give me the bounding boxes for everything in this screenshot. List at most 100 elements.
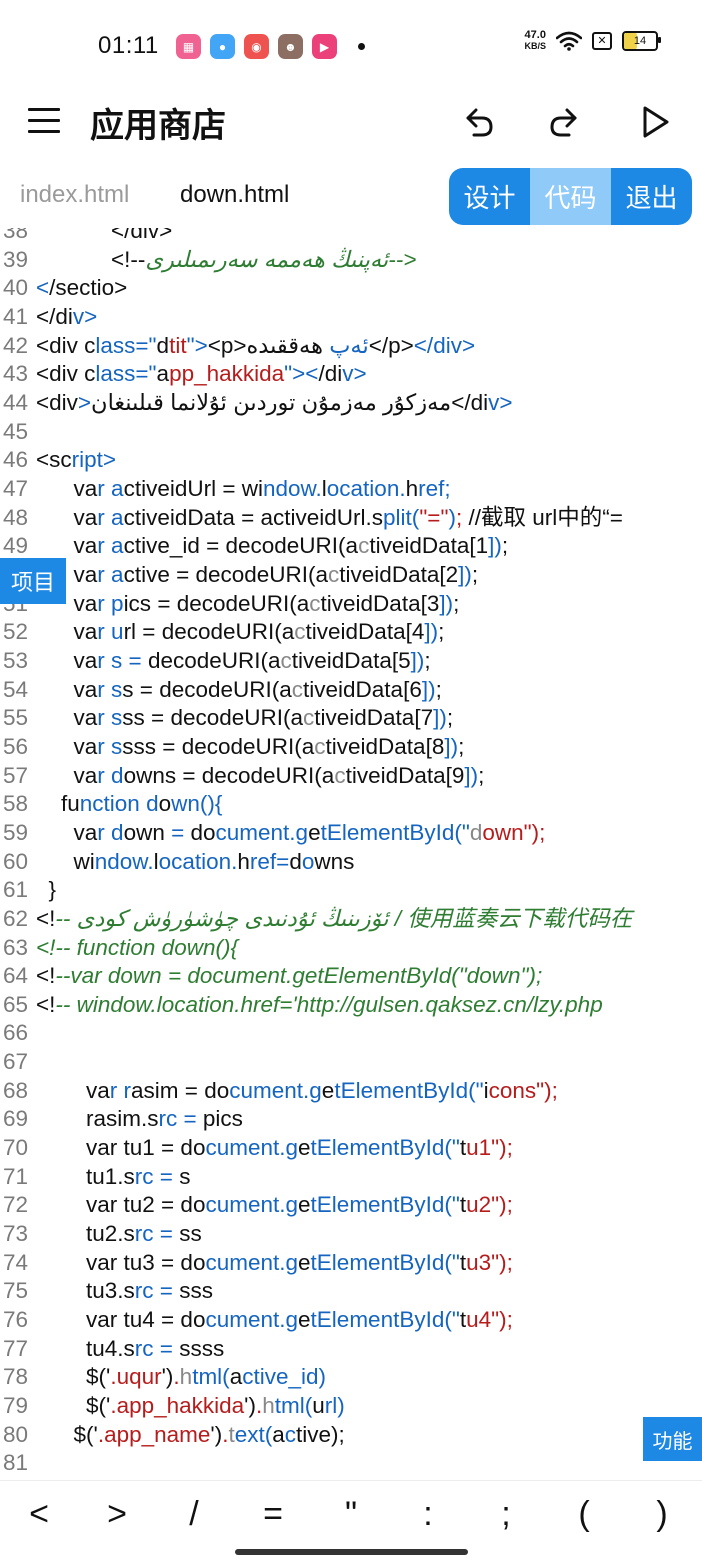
code-line[interactable]: 75 tu3.src = sss (0, 1276, 702, 1305)
line-number: 74 (2, 1249, 28, 1275)
code-line[interactable]: 68 var rasim = document.getElementById("… (0, 1076, 702, 1105)
app-grid-icon: ▦ (176, 34, 201, 59)
line-number: 66 (2, 1020, 28, 1046)
line-text: tu4.src = ssss (36, 1335, 225, 1361)
code-line[interactable]: 53 var s = decodeURI(activeidData[5]); (0, 646, 702, 675)
symbol-key[interactable]: ) (637, 1495, 687, 1534)
line-number: 52 (2, 619, 28, 645)
line-text: var activeidData = activeidUrl.split("="… (36, 504, 623, 530)
line-number: 72 (2, 1192, 28, 1218)
code-line[interactable]: 61 } (0, 875, 702, 904)
code-line[interactable]: 58 function down(){ (0, 789, 702, 818)
more-dot-icon (358, 43, 365, 50)
code-line[interactable]: 72 var tu2 = document.getElementById("tu… (0, 1190, 702, 1219)
symbol-key[interactable]: > (92, 1495, 142, 1534)
line-text: <!--var down = document.getElementById("… (36, 963, 543, 989)
line-text: var tu4 = document.getElementById("tu4")… (36, 1307, 513, 1333)
code-line[interactable]: 65 <!-- window.location.href='http://guls… (0, 990, 702, 1019)
line-text: rasim.src = pics (36, 1106, 243, 1132)
line-text: <div class="app_hakkida"></div> (36, 361, 367, 387)
code-line[interactable]: 67 (0, 1047, 702, 1076)
line-number: 57 (2, 762, 28, 788)
symbol-key[interactable]: = (248, 1495, 298, 1534)
code-line[interactable]: 64 <!--var down = document.getElementById… (0, 961, 702, 990)
line-number: 53 (2, 647, 28, 673)
line-number: 47 (2, 475, 28, 501)
code-editor[interactable]: 38 </div> 39 <!--ئەپنىڭ ھەممە سەرىمىلىرى-… (0, 228, 702, 1480)
symbol-key[interactable]: < (14, 1495, 64, 1534)
code-line[interactable]: 66 (0, 1018, 702, 1047)
code-line[interactable]: 50 var active = decodeURI(activeidData[2… (0, 560, 702, 589)
code-line[interactable]: 69 rasim.src = pics (0, 1104, 702, 1133)
code-line[interactable]: 41 </div> (0, 302, 702, 331)
chat-bubble-icon: ● (210, 34, 235, 59)
code-line[interactable]: 76 var tu4 = document.getElementById("tu… (0, 1305, 702, 1334)
line-number: 59 (2, 819, 28, 845)
run-play-icon[interactable] (636, 102, 676, 142)
code-line[interactable]: 59 var down = document.getElementById("d… (0, 818, 702, 847)
code-line[interactable]: 40 </sectio> (0, 273, 702, 302)
line-number: 55 (2, 705, 28, 731)
code-line[interactable]: 42 <div class="dtit"><p> ئەپ ھەققىدە</p></… (0, 331, 702, 360)
symbol-key[interactable]: " (326, 1495, 376, 1534)
line-text: <!--ئەپنىڭ ھەممە سەرىمىلىرى--> (36, 246, 417, 272)
line-number: 44 (2, 389, 28, 415)
code-line[interactable]: 38 </div> (0, 228, 702, 245)
code-line[interactable]: 46 <script> (0, 445, 702, 474)
tab-down-html[interactable]: down.html (180, 181, 289, 209)
code-line[interactable]: 80 $('.app_name').text(active); (0, 1420, 702, 1449)
symbol-key[interactable]: / (169, 1495, 219, 1534)
function-button[interactable]: 功能 (643, 1417, 702, 1461)
code-line[interactable]: 56 var ssss = decodeURI(activeidData[8])… (0, 732, 702, 761)
undo-icon[interactable] (458, 102, 498, 142)
symbol-key[interactable]: ; (481, 1495, 531, 1534)
line-number: 79 (2, 1393, 28, 1419)
code-line[interactable]: 47 var activeidUrl = window.location.hre… (0, 474, 702, 503)
code-line[interactable]: 57 var downs = decodeURI(activeidData[9]… (0, 761, 702, 790)
line-text: tu2.src = ss (36, 1221, 202, 1247)
tab-index-html[interactable]: index.html (20, 181, 129, 209)
code-line[interactable]: 39 <!--ئەپنىڭ ھەممە سەرىمىلىرى--> (0, 245, 702, 274)
hamburger-menu-icon[interactable] (28, 108, 60, 134)
code-line[interactable]: 43 <div class="app_hakkida"></div> (0, 359, 702, 388)
line-number: 49 (2, 533, 28, 559)
code-line[interactable]: 78 $('.uqur').html(active_id) (0, 1362, 702, 1391)
symbol-key[interactable]: ( (559, 1495, 609, 1534)
home-indicator[interactable] (235, 1549, 468, 1555)
battery-icon: 14 (622, 31, 661, 51)
line-text: <!-- function down(){ (36, 934, 238, 960)
code-line[interactable]: 74 var tu3 = document.getElementById("tu… (0, 1248, 702, 1277)
code-line[interactable]: 51 var pics = decodeURI(activeidData[3])… (0, 589, 702, 618)
code-line[interactable]: 70 var tu1 = document.getElementById("tu… (0, 1133, 702, 1162)
code-line[interactable]: 52 var url = decodeURI(activeidData[4]); (0, 617, 702, 646)
code-line[interactable]: 62 <!-- ئۆزىنىڭ ئۇدنىدى چۈشۈرۈش كودى / 使用… (0, 904, 702, 933)
code-line[interactable]: 49 var active_id = decodeURI(activeidDat… (0, 531, 702, 560)
exit-button[interactable]: 退出 (611, 168, 692, 225)
code-line[interactable]: 55 var sss = decodeURI(activeidData[7]); (0, 703, 702, 732)
symbol-key[interactable]: : (403, 1495, 453, 1534)
code-line[interactable]: 71 tu1.src = s (0, 1162, 702, 1191)
code-line[interactable]: 81 (0, 1448, 702, 1477)
redo-icon[interactable] (545, 102, 585, 142)
code-mode-button[interactable]: 代码 (530, 168, 611, 225)
line-text: <!-- ئۆزىنىڭ ئۇدنىدى چۈشۈرۈش كودى / 使用蓝奏… (36, 905, 633, 931)
line-text: var ss = decodeURI(activeidData[6]); (36, 676, 442, 702)
code-line[interactable]: 73 tu2.src = ss (0, 1219, 702, 1248)
code-line[interactable]: 54 var ss = decodeURI(activeidData[6]); (0, 675, 702, 704)
code-line[interactable]: 77 tu4.src = ssss (0, 1334, 702, 1363)
code-line[interactable]: 63 <!-- function down(){ (0, 933, 702, 962)
code-line[interactable]: 79 $('.app_hakkida').html(url) (0, 1391, 702, 1420)
line-text: } (36, 877, 57, 903)
line-number: 73 (2, 1221, 28, 1247)
project-button[interactable]: 项目 (0, 558, 66, 604)
line-number: 76 (2, 1307, 28, 1333)
code-line[interactable]: 44 <div>مەزكۇر مەزمۇن توردىن ئۇلانما قىلى… (0, 388, 702, 417)
line-text: </div> (36, 303, 98, 329)
line-number: 60 (2, 848, 28, 874)
line-text: var url = decodeURI(activeidData[4]); (36, 619, 445, 645)
code-line[interactable]: 60 window.location.href=downs (0, 847, 702, 876)
design-mode-button[interactable]: 设计 (449, 168, 530, 225)
code-line[interactable]: 45 (0, 417, 702, 446)
code-line[interactable]: 48 var activeidData = activeidUrl.split(… (0, 503, 702, 532)
line-number: 54 (2, 676, 28, 702)
